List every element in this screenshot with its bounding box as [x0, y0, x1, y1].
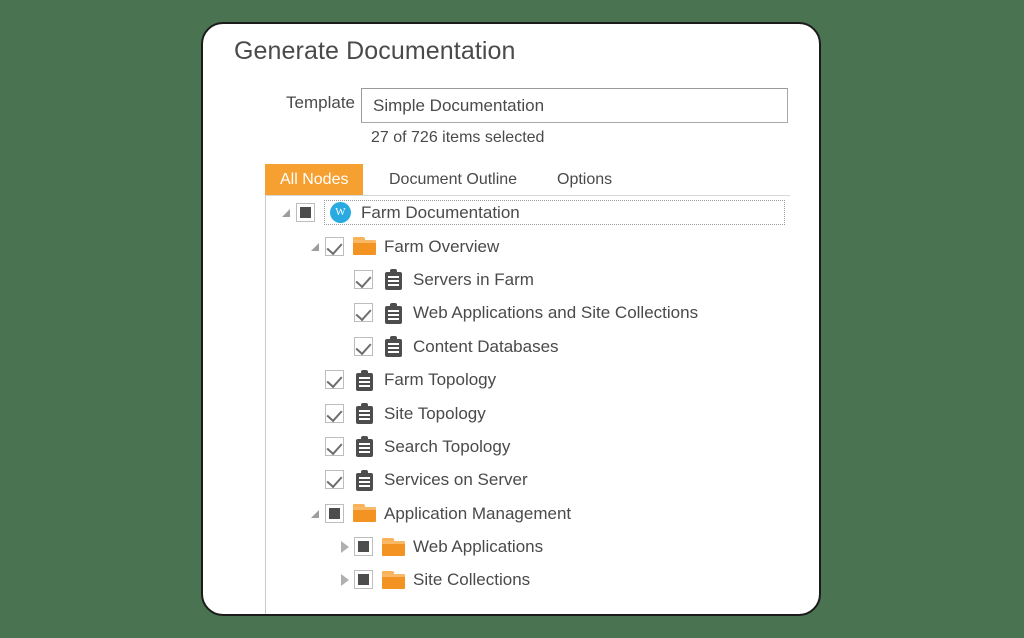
node-checkbox[interactable]: [296, 203, 315, 223]
node-content[interactable]: W Farm Documentation: [324, 200, 785, 226]
tree-row[interactable]: Site Topology: [266, 396, 790, 429]
node-label: Farm Overview: [384, 236, 500, 256]
tree-row[interactable]: Site Collections: [266, 563, 790, 596]
report-icon: [353, 368, 377, 392]
word-document-icon: W: [330, 201, 354, 225]
report-icon: [353, 468, 377, 492]
template-row: Template: [203, 88, 819, 123]
expander-expand-icon[interactable]: [336, 530, 354, 563]
node-content[interactable]: Search Topology: [353, 430, 510, 463]
report-icon: [382, 334, 406, 358]
tab-options[interactable]: Options: [542, 164, 627, 195]
tree-row[interactable]: W Farm Documentation: [266, 196, 790, 229]
tree-row[interactable]: Search Topology: [266, 430, 790, 463]
page-title: Generate Documentation: [234, 37, 516, 65]
folder-icon: [382, 535, 406, 559]
node-content[interactable]: Farm Overview: [353, 230, 499, 263]
node-checkbox[interactable]: [325, 370, 344, 390]
expander-collapse-icon[interactable]: [307, 230, 325, 263]
node-content[interactable]: Site Topology: [353, 397, 486, 430]
folder-icon: [353, 501, 377, 525]
node-label: Services on Server: [384, 470, 528, 490]
report-icon: [353, 401, 377, 425]
word-letter: W: [330, 201, 351, 223]
tabstrip: All Nodes Document Outline Options: [265, 164, 790, 195]
expander-collapse-icon[interactable]: [278, 196, 296, 229]
node-label: Search Topology: [384, 436, 511, 456]
report-icon: [382, 301, 406, 325]
node-content[interactable]: Application Management: [353, 497, 571, 530]
node-label: Web Applications and Site Collections: [413, 303, 699, 323]
node-content[interactable]: Web Applications and Site Collections: [382, 296, 698, 329]
node-checkbox[interactable]: [354, 303, 373, 323]
node-label: Web Applications: [413, 537, 544, 557]
node-checkbox[interactable]: [325, 436, 344, 456]
report-icon: [382, 267, 406, 291]
generate-documentation-dialog: Generate Documentation Template 27 of 72…: [201, 22, 821, 616]
node-tree-panel[interactable]: W Farm Documentation Farm Overview Servers …: [265, 195, 790, 614]
tree-row[interactable]: Content Databases: [266, 330, 790, 363]
tree-row[interactable]: Farm Topology: [266, 363, 790, 396]
node-label: Content Databases: [413, 336, 559, 356]
node-checkbox[interactable]: [354, 537, 373, 557]
tab-all-nodes[interactable]: All Nodes: [265, 164, 364, 195]
tree-row[interactable]: Services on Server: [266, 463, 790, 496]
node-label: Farm Topology: [384, 370, 497, 390]
node-content[interactable]: Content Databases: [382, 330, 559, 363]
node-content[interactable]: Services on Server: [353, 463, 528, 496]
node-label: Farm Documentation: [361, 203, 520, 223]
node-checkbox[interactable]: [354, 336, 373, 356]
node-checkbox[interactable]: [354, 269, 373, 289]
node-content[interactable]: Web Applications: [382, 530, 543, 563]
tree-row[interactable]: Servers in Farm: [266, 263, 790, 296]
node-label: Application Management: [384, 503, 572, 523]
expander-expand-icon[interactable]: [336, 563, 354, 596]
node-checkbox[interactable]: [325, 503, 344, 523]
node-label: Site Collections: [413, 570, 531, 590]
template-label: Template: [286, 93, 355, 112]
node-checkbox[interactable]: [325, 236, 344, 256]
template-input[interactable]: [361, 88, 788, 123]
items-selected-status: 27 of 726 items selected: [371, 129, 545, 146]
tree-row[interactable]: Web Applications and Site Collections: [266, 296, 790, 329]
folder-icon: [382, 568, 406, 592]
report-icon: [353, 434, 377, 458]
expander-collapse-icon[interactable]: [307, 497, 325, 530]
node-content[interactable]: Site Collections: [382, 563, 530, 596]
tree-row[interactable]: Farm Overview: [266, 229, 790, 262]
node-label: Servers in Farm: [413, 269, 534, 289]
tab-document-outline[interactable]: Document Outline: [374, 164, 532, 195]
node-checkbox[interactable]: [325, 403, 344, 423]
node-content[interactable]: Farm Topology: [353, 363, 496, 396]
tree-row[interactable]: Web Applications: [266, 530, 790, 563]
node-label: Site Topology: [384, 403, 486, 423]
node-content[interactable]: Servers in Farm: [382, 263, 534, 296]
node-checkbox[interactable]: [325, 470, 344, 490]
node-checkbox[interactable]: [354, 570, 373, 590]
folder-icon: [353, 234, 377, 258]
tree-row[interactable]: Application Management: [266, 497, 790, 530]
